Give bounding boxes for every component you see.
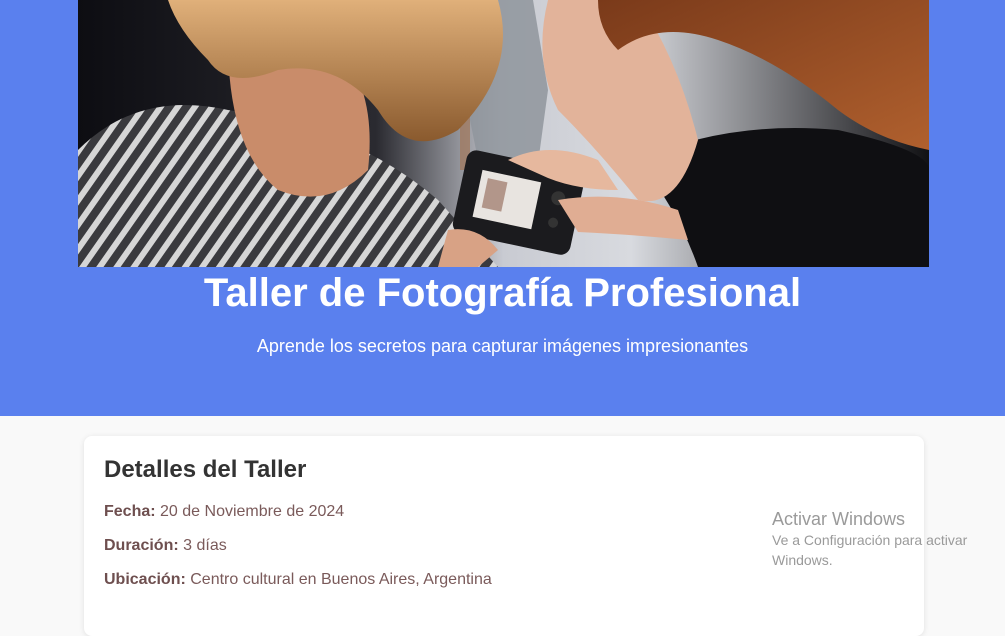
detail-date: Fecha: 20 de Noviembre de 2024 <box>104 502 344 522</box>
page-title: Taller de Fotografía Profesional <box>203 271 802 315</box>
hero-photo <box>78 0 929 267</box>
details-heading: Detalles del Taller <box>104 456 307 483</box>
detail-duration-value: 3 días <box>183 537 227 554</box>
detail-date-label: Fecha: <box>104 503 156 520</box>
detail-duration-label: Duración: <box>104 537 179 554</box>
hero-banner: Taller de Fotografía Profesional Aprende… <box>0 0 1005 416</box>
detail-location-label: Ubicación: <box>104 571 186 588</box>
workshop-details-card: Detalles del Taller Fecha: 20 de Noviemb… <box>84 436 924 636</box>
detail-duration: Duración: 3 días <box>104 536 227 556</box>
detail-location: Ubicación: Centro cultural en Buenos Air… <box>104 570 492 590</box>
page-subtitle: Aprende los secretos para capturar imáge… <box>256 336 749 356</box>
detail-location-value: Centro cultural en Buenos Aires, Argenti… <box>190 571 492 588</box>
detail-date-value: 20 de Noviembre de 2024 <box>160 503 345 520</box>
